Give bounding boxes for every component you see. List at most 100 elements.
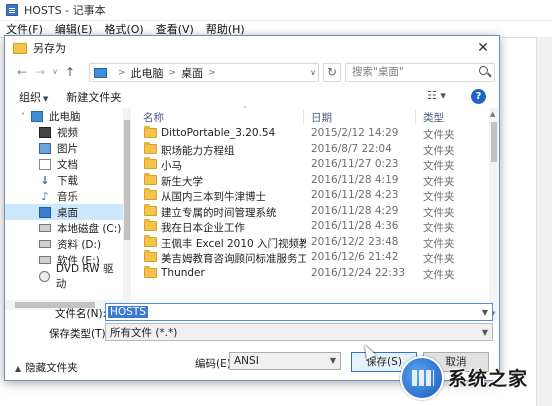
nav-item-label: 文档 [57, 158, 78, 171]
file-list: ˄ 名称 日期 类型 DittoPortable_3.20.54 2015/2/1… [131, 106, 499, 320]
folder-icon [144, 188, 157, 200]
desktop-icon [39, 206, 51, 218]
nav-pane-scrollbar[interactable] [123, 108, 131, 300]
help-icon[interactable]: ? [471, 89, 486, 104]
nav-item-this-pc[interactable]: ˅ 此电脑 [5, 108, 123, 124]
file-row[interactable]: 新生大学 2016/11/28 4:19 文件夹 [131, 172, 499, 189]
music-icon: ♪ [41, 189, 49, 203]
nav-item-drive-c[interactable]: 本地磁盘 (C:) [5, 220, 123, 236]
folder-icon [144, 157, 157, 169]
address-dropdown-icon[interactable]: ∨ [310, 64, 316, 81]
scrollbar-thumb[interactable] [124, 120, 130, 240]
file-row[interactable]: 美吉姆教育咨询顾问标准服务工作... 2016/12/6 21:42 文件夹 [131, 250, 499, 266]
file-name: 王佩丰 Excel 2010 入门视频教程1... [161, 237, 306, 250]
file-name: 新生大学 [161, 175, 203, 188]
refresh-icon[interactable]: ↻ [323, 63, 341, 82]
navigation-pane: ˅ 此电脑 视频 图片 文档 ↓ 下载 ♪ 音乐 桌面 本地磁盘 (C:) 资料… [5, 108, 123, 300]
file-list-scrollbar[interactable]: ▲ ▼ [489, 108, 499, 320]
new-folder-button[interactable]: 新建文件夹 [66, 89, 121, 105]
dvd-icon [39, 270, 50, 282]
nav-item-label: 本地磁盘 (C:) [57, 222, 122, 235]
save-as-dialog: 另存为 ✕ ← → ∨ ↑ > 此电脑 > 桌面 > ∨ ↻ 搜索"桌面" 组织… [4, 35, 500, 381]
folder-icon [144, 265, 157, 278]
column-header-type[interactable]: 类型 [423, 110, 444, 125]
drive-icon [39, 224, 51, 232]
file-name: Thunder [161, 266, 205, 279]
column-divider[interactable] [303, 110, 304, 124]
file-type: 文件夹 [423, 253, 455, 265]
organize-button[interactable]: 组织 ▼ [19, 89, 48, 105]
filename-value: HOSTS [108, 306, 148, 318]
notepad-titlebar: HOSTS - 记事本 [0, 0, 552, 21]
column-header-name[interactable]: 名称 [143, 110, 164, 125]
folder-icon [144, 203, 157, 216]
file-row[interactable]: 小马 2016/11/27 0:23 文件夹 [131, 157, 499, 173]
nav-item-downloads[interactable]: ↓ 下载 [5, 172, 123, 188]
video-icon [39, 126, 51, 138]
file-row[interactable]: 从国内三本到牛津博士 2016/11/28 4:23 文件夹 [131, 188, 499, 204]
file-date: 2015/2/12 14:29 [311, 127, 399, 139]
folder-icon [144, 126, 157, 138]
nav-item-videos[interactable]: 视频 [5, 124, 123, 140]
column-header-date[interactable]: 日期 [311, 110, 332, 125]
search-icon[interactable] [479, 66, 488, 75]
filename-field[interactable]: HOSTS ▼ [105, 303, 493, 321]
nav-item-pictures[interactable]: 图片 [5, 140, 123, 156]
file-name: 我在日本企业工作 [161, 222, 245, 234]
file-name: DittoPortable_3.20.54 [161, 127, 276, 139]
chevron-down-icon[interactable]: ▼ [482, 328, 488, 337]
file-date: 2016/11/28 4:29 [311, 204, 399, 217]
file-row[interactable]: 职场能力方程组 2016/8/7 22:04 文件夹 [131, 141, 499, 158]
nav-item-dvd-drive[interactable]: DVD RW 驱动 [5, 263, 123, 290]
nav-item-label: 此电脑 [49, 110, 81, 123]
chevron-down-icon[interactable]: ▼ [482, 308, 488, 317]
filetype-select[interactable]: 所有文件 (*.*) ▼ [105, 323, 493, 341]
nav-item-drive-d[interactable]: 资料 (D:) [5, 236, 123, 252]
nav-item-label: 图片 [57, 142, 78, 155]
nav-item-desktop[interactable]: 桌面 [5, 204, 123, 220]
folder-icon [144, 234, 157, 247]
nav-item-music[interactable]: ♪ 音乐 [5, 188, 123, 204]
scroll-up-icon[interactable]: ▲ [490, 110, 495, 118]
encoding-select[interactable]: ANSI ▼ [229, 352, 341, 370]
breadcrumb-desktop[interactable]: 桌面 [181, 65, 203, 81]
close-icon[interactable]: ✕ [471, 38, 495, 58]
nav-item-documents[interactable]: 文档 [5, 156, 123, 172]
up-arrow-icon[interactable]: ↑ [61, 63, 79, 81]
forward-arrow-icon[interactable]: → [31, 63, 49, 81]
file-row[interactable]: DittoPortable_3.20.54 2015/2/12 14:29 文件夹 [131, 126, 499, 142]
folder-icon [144, 219, 157, 231]
address-bar[interactable]: > 此电脑 > 桌面 > ∨ [89, 63, 319, 82]
recent-locations-chevron-icon[interactable]: ∨ [49, 63, 61, 81]
watermark-text: 系统之家 [448, 368, 529, 390]
sort-caret-icon: ˄ [243, 106, 247, 114]
column-header-row: ˄ 名称 日期 类型 [131, 106, 499, 126]
file-row[interactable]: 建立专属的时间管理系统 2016/11/28 4:29 文件夹 [131, 203, 499, 220]
nav-item-label: 音乐 [57, 190, 78, 203]
hide-folders-toggle[interactable]: ▲ 隐藏文件夹 [15, 360, 78, 375]
chevron-down-icon[interactable]: ▼ [330, 353, 336, 369]
search-input[interactable]: 搜索"桌面" [345, 63, 495, 82]
file-type: 文件夹 [423, 206, 455, 219]
expand-chevron-icon[interactable]: ˅ [21, 112, 25, 121]
scrollbar-thumb[interactable] [491, 122, 497, 162]
drive-icon [39, 240, 51, 248]
back-arrow-icon[interactable]: ← [13, 63, 31, 81]
navigation-bar: ← → ∨ ↑ > 此电脑 > 桌面 > ∨ ↻ 搜索"桌面" [5, 60, 499, 84]
file-name: 美吉姆教育咨询顾问标准服务工作... [161, 253, 306, 265]
file-date: 2016/11/28 4:19 [311, 173, 399, 186]
breadcrumb-this-pc[interactable]: 此电脑 [131, 65, 164, 81]
file-row[interactable]: Thunder 2016/12/24 22:33 文件夹 [131, 265, 499, 282]
drive-icon [39, 256, 51, 264]
breadcrumb-chevron-icon: > [118, 67, 126, 78]
file-type: 文件夹 [423, 144, 455, 157]
file-row[interactable]: 我在日本企业工作 2016/11/28 4:36 文件夹 [131, 219, 499, 235]
notepad-scrollbar[interactable] [536, 37, 552, 406]
column-divider[interactable] [415, 110, 416, 124]
breadcrumb-chevron-icon: > [208, 67, 216, 78]
encoding-value: ANSI [234, 355, 259, 367]
file-row[interactable]: 王佩丰 Excel 2010 入门视频教程1... 2016/12/2 23:48… [131, 234, 499, 251]
file-type: 文件夹 [423, 191, 455, 203]
notepad-title: HOSTS - 记事本 [24, 4, 106, 17]
view-options-icon[interactable]: ☷ ▾ [427, 89, 446, 102]
